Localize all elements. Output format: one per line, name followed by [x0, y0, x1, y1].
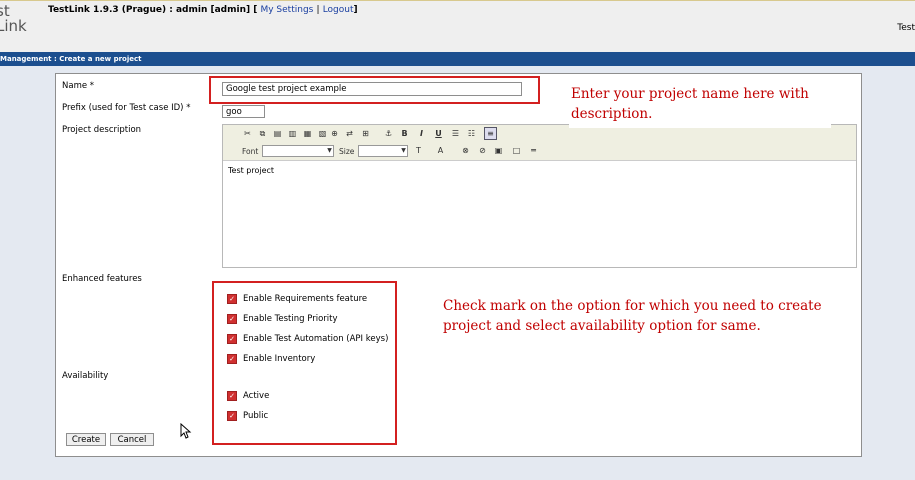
options-highlight-box	[212, 281, 397, 445]
size-label: Size	[339, 147, 355, 156]
top-header: st Link TestLink 1.9.3 (Prague) : admin …	[0, 0, 915, 52]
maximize-icon[interactable]: □	[511, 145, 522, 156]
numbered-list-icon[interactable]: ☰	[450, 128, 461, 139]
align-icon[interactable]: ≡	[484, 127, 497, 140]
testlink-logo: st Link	[0, 4, 27, 34]
description-editor[interactable]: ✂ ⧉ ▤ ▥ ▦ ▧ ⊕ ⇄ ⊞ ⚓ B I U ☰ ☷ ≡ Font ▼ S…	[222, 124, 857, 268]
app-version-user: TestLink 1.9.3 (Prague) : admin [admin] …	[48, 5, 258, 15]
link-icon[interactable]: ⊗	[460, 145, 471, 156]
unlink-icon[interactable]: ⊘	[477, 145, 488, 156]
availability-label: Availability	[62, 371, 109, 381]
create-button[interactable]: Create	[66, 433, 106, 446]
mouse-cursor-icon	[180, 423, 192, 439]
underline-icon[interactable]: U	[433, 128, 444, 139]
bullet-list-icon[interactable]: ☷	[466, 128, 477, 139]
page-title: Management : Create a new project	[0, 55, 142, 63]
prefix-input[interactable]	[222, 105, 265, 118]
name-label: Name *	[62, 81, 95, 91]
table-icon[interactable]: ⊞	[360, 128, 371, 139]
page-title-bar: Management : Create a new project	[0, 52, 915, 66]
cancel-button[interactable]: Cancel	[110, 433, 154, 446]
size-chevron-down-icon[interactable]: ▼	[398, 145, 409, 156]
logo-text-2: Link	[0, 17, 27, 35]
annotation-name-hint: Enter your project name here with descri…	[569, 84, 831, 128]
enhanced-features-label: Enhanced features	[62, 274, 142, 284]
text-color-icon[interactable]: T	[413, 145, 424, 156]
copy-icon[interactable]: ⧉	[257, 128, 268, 139]
header-divider	[0, 0, 915, 1]
background-color-icon[interactable]: A	[435, 145, 446, 156]
description-label: Project description	[62, 125, 142, 135]
italic-icon[interactable]: I	[416, 128, 427, 139]
editor-toolbar: ✂ ⧉ ▤ ▥ ▦ ▧ ⊕ ⇄ ⊞ ⚓ B I U ☰ ☷ ≡ Font ▼ S…	[223, 125, 856, 161]
paste-word-icon[interactable]: ▦	[302, 128, 313, 139]
paste-icon[interactable]: ▤	[272, 128, 283, 139]
bold-icon[interactable]: B	[399, 128, 410, 139]
anchor-icon[interactable]: ⚓	[383, 128, 394, 139]
annotation-options-hint: Check mark on the option for which you n…	[441, 296, 831, 362]
app-info: TestLink 1.9.3 (Prague) : admin [admin] …	[48, 5, 358, 15]
header-right-text: Test	[897, 23, 915, 33]
bracket-close: ]	[353, 5, 358, 15]
name-highlight-box	[209, 76, 540, 104]
editor-content[interactable]: Test project	[228, 166, 274, 175]
paste-text-icon[interactable]: ▥	[287, 128, 298, 139]
replace-icon[interactable]: ⇄	[344, 128, 355, 139]
horizontal-rule-icon[interactable]: ═	[528, 145, 539, 156]
cut-icon[interactable]: ✂	[242, 128, 253, 139]
find-icon[interactable]: ⊕	[329, 128, 340, 139]
image-icon[interactable]: ▣	[493, 145, 504, 156]
font-chevron-down-icon[interactable]: ▼	[324, 145, 335, 156]
link-separator: |	[316, 5, 320, 15]
prefix-label: Prefix (used for Test case ID) *	[62, 103, 191, 113]
my-settings-link[interactable]: My Settings	[260, 5, 313, 15]
font-label: Font	[242, 147, 259, 156]
logout-link[interactable]: Logout	[323, 5, 354, 15]
print-icon[interactable]: ▧	[317, 128, 328, 139]
